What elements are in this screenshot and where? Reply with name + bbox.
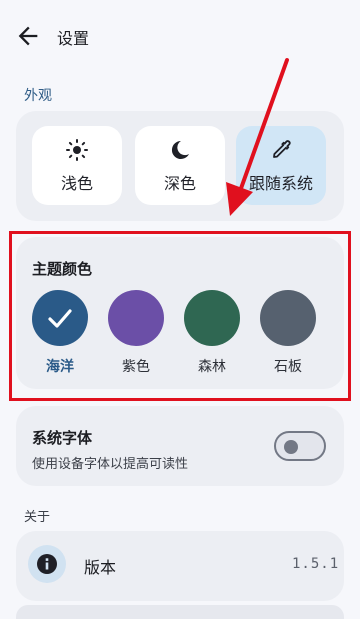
system-font-description: 使用设备字体以提高可读性: [32, 457, 189, 472]
arrow-left-icon: [18, 26, 38, 46]
mode-dark-button[interactable]: 深色: [135, 126, 225, 205]
system-font-title: 系统字体: [32, 429, 93, 447]
section-label-appearance: 外观: [24, 88, 52, 104]
info-icon-container: [28, 545, 66, 583]
sun-icon: [66, 138, 88, 161]
page-title: 设置: [57, 29, 90, 48]
mode-light-label: 浅色: [60, 173, 93, 193]
version-value: 1.5.1: [292, 556, 340, 572]
mode-system-label: 跟随系统: [248, 173, 313, 193]
highlight-box: [9, 231, 351, 401]
mode-dark-label: 深色: [163, 173, 196, 193]
eyedropper-icon: [273, 139, 291, 158]
toggle-thumb: [284, 440, 298, 454]
back-button[interactable]: [14, 22, 42, 50]
system-font-toggle[interactable]: [274, 431, 326, 461]
mode-light-button[interactable]: 浅色: [32, 126, 122, 205]
moon-icon: [171, 140, 189, 159]
section-label-about: 关于: [24, 510, 51, 525]
mode-system-button[interactable]: 跟随系统: [236, 126, 326, 205]
info-icon: [37, 554, 57, 574]
bottom-card-edge: [16, 605, 344, 619]
version-label: 版本: [84, 558, 117, 577]
